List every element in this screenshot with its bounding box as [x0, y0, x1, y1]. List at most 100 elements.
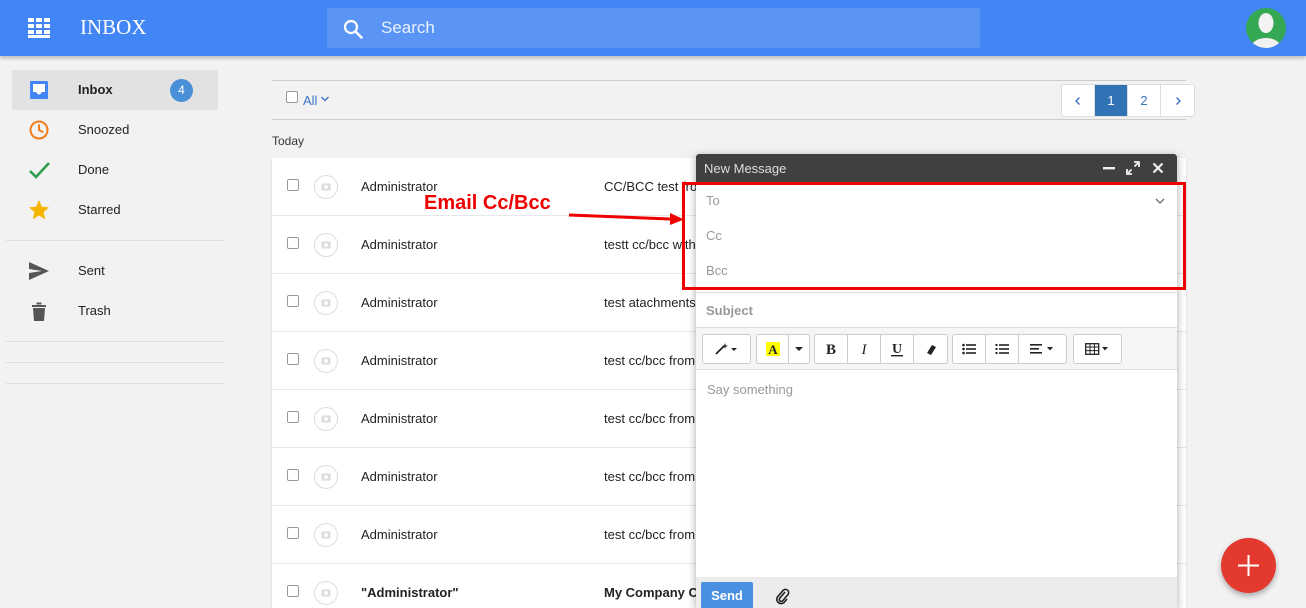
user-avatar-icon: [1251, 13, 1281, 48]
sender-avatar-icon: [314, 407, 338, 431]
minimize-icon[interactable]: [1102, 161, 1116, 175]
row-checkbox[interactable]: [287, 527, 299, 539]
sidebar-item-snoozed[interactable]: Snoozed: [12, 110, 218, 150]
sender-avatar-icon: [314, 523, 338, 547]
italic-button[interactable]: I: [848, 335, 881, 363]
page-2-button[interactable]: 2: [1128, 85, 1161, 116]
align-dropdown-button[interactable]: [1019, 335, 1066, 363]
row-checkbox[interactable]: [287, 411, 299, 423]
row-sender: Administrator: [361, 237, 438, 252]
compose-fab-button[interactable]: [1221, 538, 1276, 593]
row-checkbox[interactable]: [287, 179, 299, 191]
sender-avatar-icon: [314, 465, 338, 489]
star-icon: [29, 200, 49, 220]
sidebar-item-label: Trash: [78, 303, 111, 318]
sender-avatar-icon: [314, 349, 338, 373]
sidebar-item-starred[interactable]: Starred: [12, 190, 218, 230]
sidebar-item-done[interactable]: Done: [12, 150, 218, 190]
row-subject: test cc/bcc from: [604, 353, 696, 368]
select-all-dropdown[interactable]: All: [303, 93, 317, 108]
magic-wand-icon: [714, 343, 737, 355]
row-sender: Administrator: [361, 295, 438, 310]
sender-avatar-icon: [314, 175, 338, 199]
caret-down-icon: [795, 347, 803, 351]
select-all-checkbox[interactable]: [286, 91, 298, 103]
svg-text:B: B: [826, 342, 836, 356]
row-checkbox[interactable]: [287, 585, 299, 597]
bullet-list-button[interactable]: [953, 335, 986, 363]
search-input[interactable]: [381, 8, 961, 48]
next-page-button[interactable]: [1161, 85, 1194, 116]
row-sender: "Administrator": [361, 585, 459, 600]
close-icon[interactable]: [1151, 161, 1165, 175]
row-subject: test atachments: [604, 295, 696, 310]
sidebar-item-label: Done: [78, 162, 110, 177]
table-icon: [1084, 343, 1108, 355]
annotation-arrow-icon: [568, 213, 684, 225]
numbered-list-button[interactable]: [986, 335, 1019, 363]
compose-title: New Message: [704, 161, 787, 176]
row-checkbox[interactable]: [287, 237, 299, 249]
subject-field[interactable]: Subject: [696, 292, 1177, 328]
underline-icon: U: [891, 342, 903, 357]
sidebar-divider: [6, 362, 224, 363]
row-checkbox[interactable]: [287, 353, 299, 365]
sender-avatar-icon: [314, 581, 338, 605]
highlight-icon: A: [765, 342, 780, 357]
chevron-down-icon[interactable]: [320, 94, 330, 104]
sender-avatar-icon: [314, 233, 338, 257]
svg-text:U: U: [892, 342, 902, 357]
top-app-bar: INBOX: [0, 0, 1306, 56]
chevron-right-icon: [1175, 97, 1181, 105]
bold-icon: B: [826, 342, 836, 356]
annotation-label: Email Cc/Bcc: [424, 192, 551, 214]
row-sender: Administrator: [361, 411, 438, 426]
underline-button[interactable]: U: [881, 335, 914, 363]
sidebar-item-label: Starred: [78, 202, 121, 217]
bold-button[interactable]: B: [815, 335, 848, 363]
italic-icon: I: [861, 342, 868, 356]
page-1-button[interactable]: 1: [1095, 85, 1128, 116]
svg-text:I: I: [861, 342, 868, 356]
inbox-icon: [30, 81, 48, 99]
user-avatar[interactable]: [1246, 8, 1286, 48]
sidebar-item-trash[interactable]: Trash: [12, 291, 218, 331]
compose-footer: Send: [696, 577, 1177, 608]
sidebar: Inbox 4 Snoozed Done Starred Sent Trash: [0, 56, 230, 608]
clock-icon: [29, 120, 49, 140]
row-checkbox[interactable]: [287, 295, 299, 307]
row-subject: test cc/bcc from: [604, 411, 696, 426]
paperclip-icon[interactable]: [774, 587, 790, 605]
search-icon[interactable]: [343, 19, 363, 39]
row-sender: Administrator: [361, 353, 438, 368]
clear-format-button[interactable]: [914, 335, 947, 363]
row-checkbox[interactable]: [287, 469, 299, 481]
sidebar-item-sent[interactable]: Sent: [12, 251, 218, 291]
eraser-icon: [926, 345, 936, 355]
magic-style-button[interactable]: [703, 335, 750, 363]
apps-grid-icon[interactable]: [28, 18, 52, 38]
search-bar[interactable]: [327, 8, 980, 48]
sidebar-item-inbox[interactable]: Inbox 4: [12, 70, 218, 110]
section-label-today: Today: [272, 134, 305, 148]
editor-toolbar: A B I U: [696, 328, 1177, 370]
style-group: [702, 334, 751, 364]
message-body[interactable]: Say something: [707, 382, 793, 397]
text-color-button[interactable]: A: [757, 335, 789, 363]
compose-header: New Message: [696, 154, 1177, 183]
send-button[interactable]: Send: [701, 582, 753, 608]
color-group: A: [756, 334, 810, 364]
format-group: B I U: [814, 334, 948, 364]
row-subject: test cc/bcc from: [604, 527, 696, 542]
color-dropdown-button[interactable]: [789, 335, 809, 363]
chevron-left-icon: [1075, 97, 1080, 105]
expand-icon[interactable]: [1126, 161, 1140, 175]
previous-page-button[interactable]: [1062, 85, 1095, 116]
insert-table-button[interactable]: [1074, 335, 1121, 363]
trash-icon: [32, 302, 46, 321]
row-sender: Administrator: [361, 527, 438, 542]
plus-icon: [1238, 555, 1259, 576]
send-icon: [29, 262, 49, 280]
sidebar-divider: [6, 240, 224, 241]
row-sender: Administrator: [361, 469, 438, 484]
